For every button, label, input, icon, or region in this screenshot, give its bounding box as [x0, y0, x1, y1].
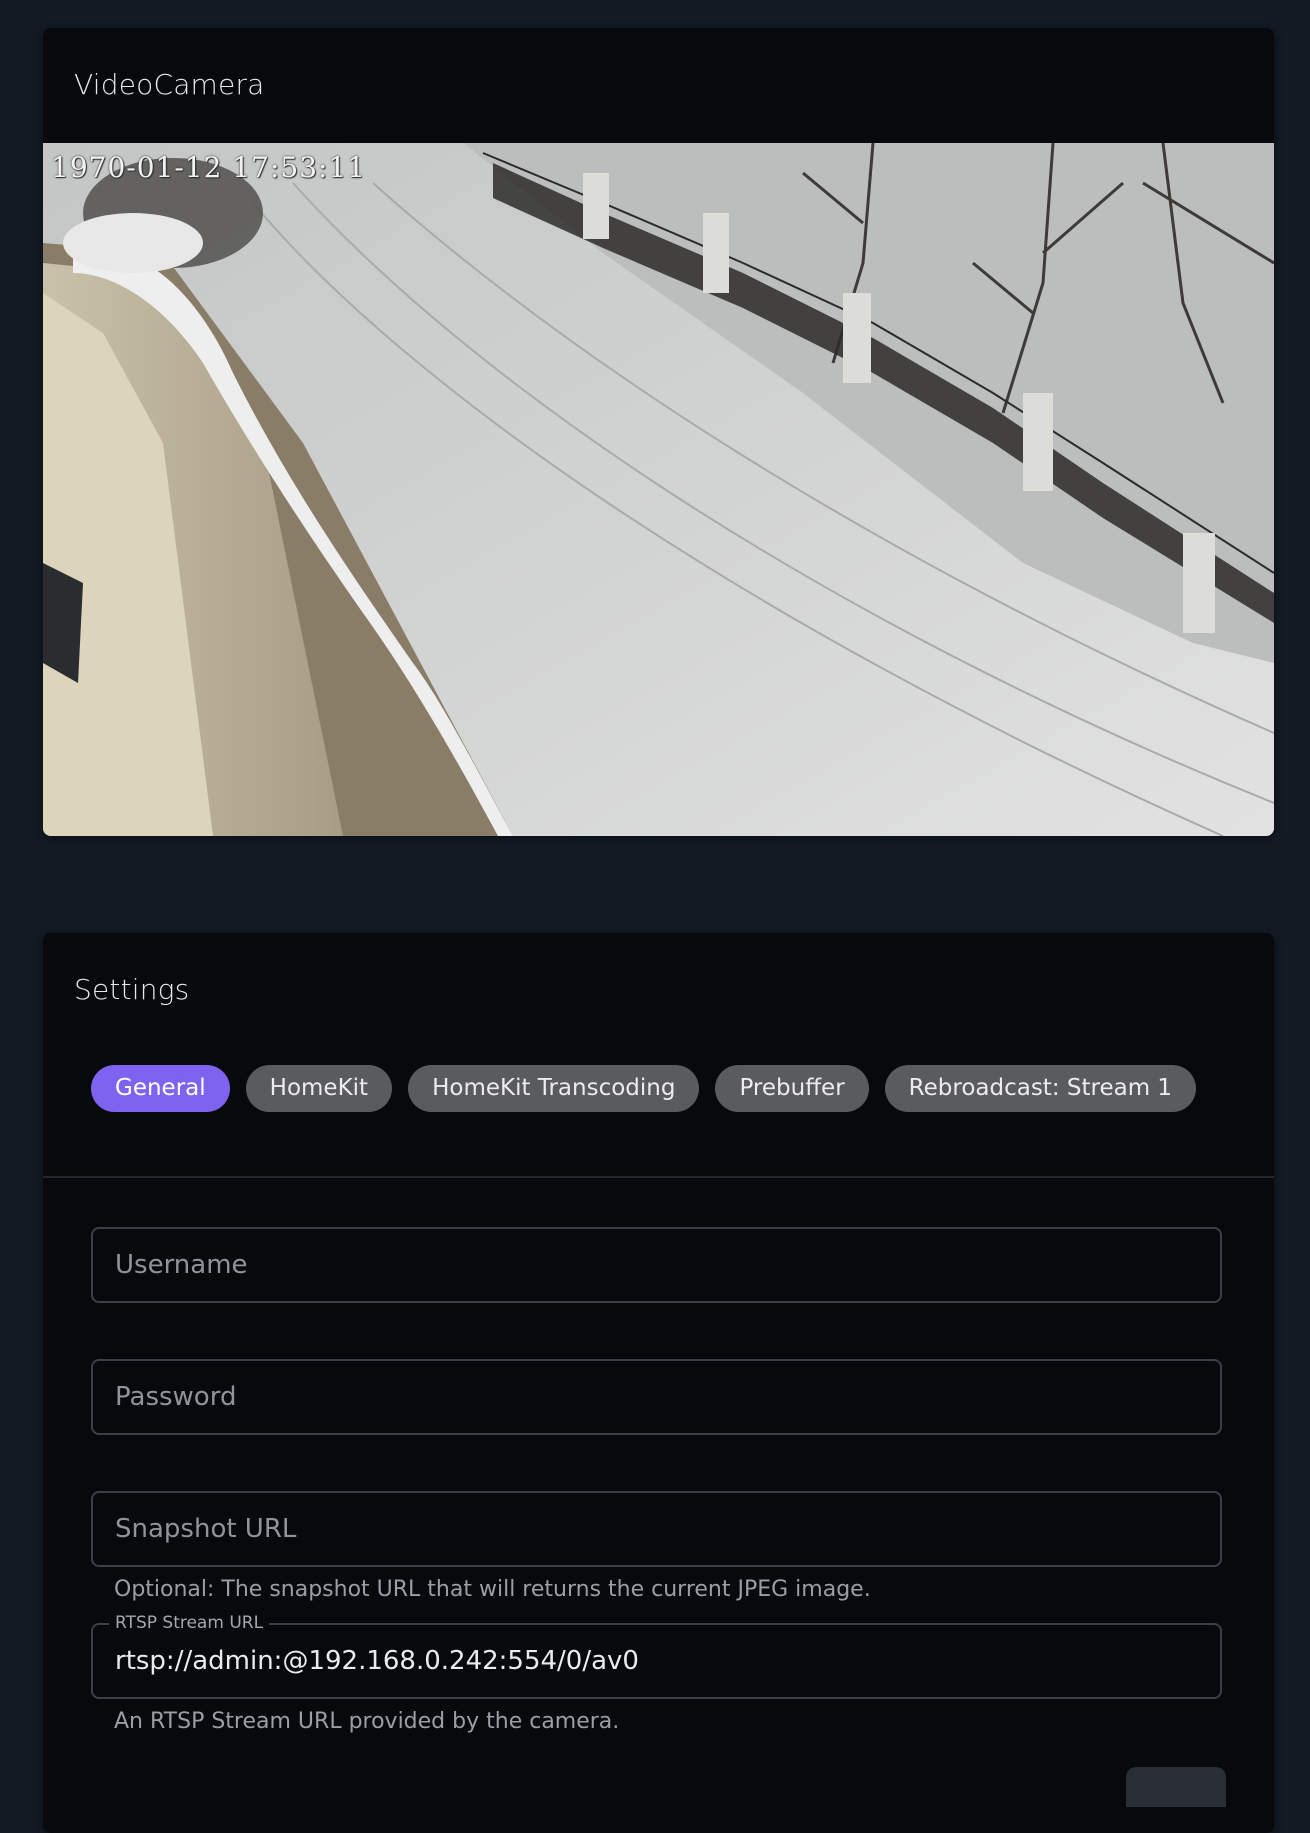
save-button[interactable] — [1126, 1767, 1226, 1807]
camera-title: VideoCamera — [74, 68, 265, 101]
rtsp-url-field-box: RTSP Stream URL — [91, 1613, 1222, 1699]
rtsp-url-input[interactable] — [93, 1625, 1220, 1697]
password-input[interactable] — [93, 1361, 1220, 1433]
snow-scene-image — [43, 143, 1274, 836]
camera-card: VideoCamera 1970-01-12 17:53:11 — [43, 28, 1274, 836]
settings-tabs: General HomeKit HomeKit Transcoding Preb… — [91, 1065, 1197, 1112]
snapshot-url-field-box — [91, 1491, 1222, 1567]
divider — [43, 1176, 1274, 1178]
tab-homekit-transcoding[interactable]: HomeKit Transcoding — [408, 1065, 700, 1112]
rtsp-url-helper: An RTSP Stream URL provided by the camer… — [114, 1709, 620, 1734]
snapshot-url-helper: Optional: The snapshot URL that will ret… — [114, 1577, 871, 1602]
snapshot-url-input[interactable] — [93, 1493, 1220, 1565]
password-field-box — [91, 1359, 1222, 1435]
settings-card: Settings General HomeKit HomeKit Transco… — [43, 933, 1274, 1833]
tab-prebuffer[interactable]: Prebuffer — [715, 1065, 869, 1112]
camera-feed[interactable]: 1970-01-12 17:53:11 — [43, 143, 1274, 836]
tab-homekit[interactable]: HomeKit — [245, 1065, 393, 1112]
settings-title: Settings — [74, 973, 190, 1006]
username-field-box — [91, 1227, 1222, 1303]
tab-rebroadcast-stream-1[interactable]: Rebroadcast: Stream 1 — [884, 1065, 1197, 1112]
tab-general[interactable]: General — [91, 1065, 230, 1112]
camera-timestamp: 1970-01-12 17:53:11 — [51, 151, 367, 184]
username-input[interactable] — [93, 1229, 1220, 1301]
